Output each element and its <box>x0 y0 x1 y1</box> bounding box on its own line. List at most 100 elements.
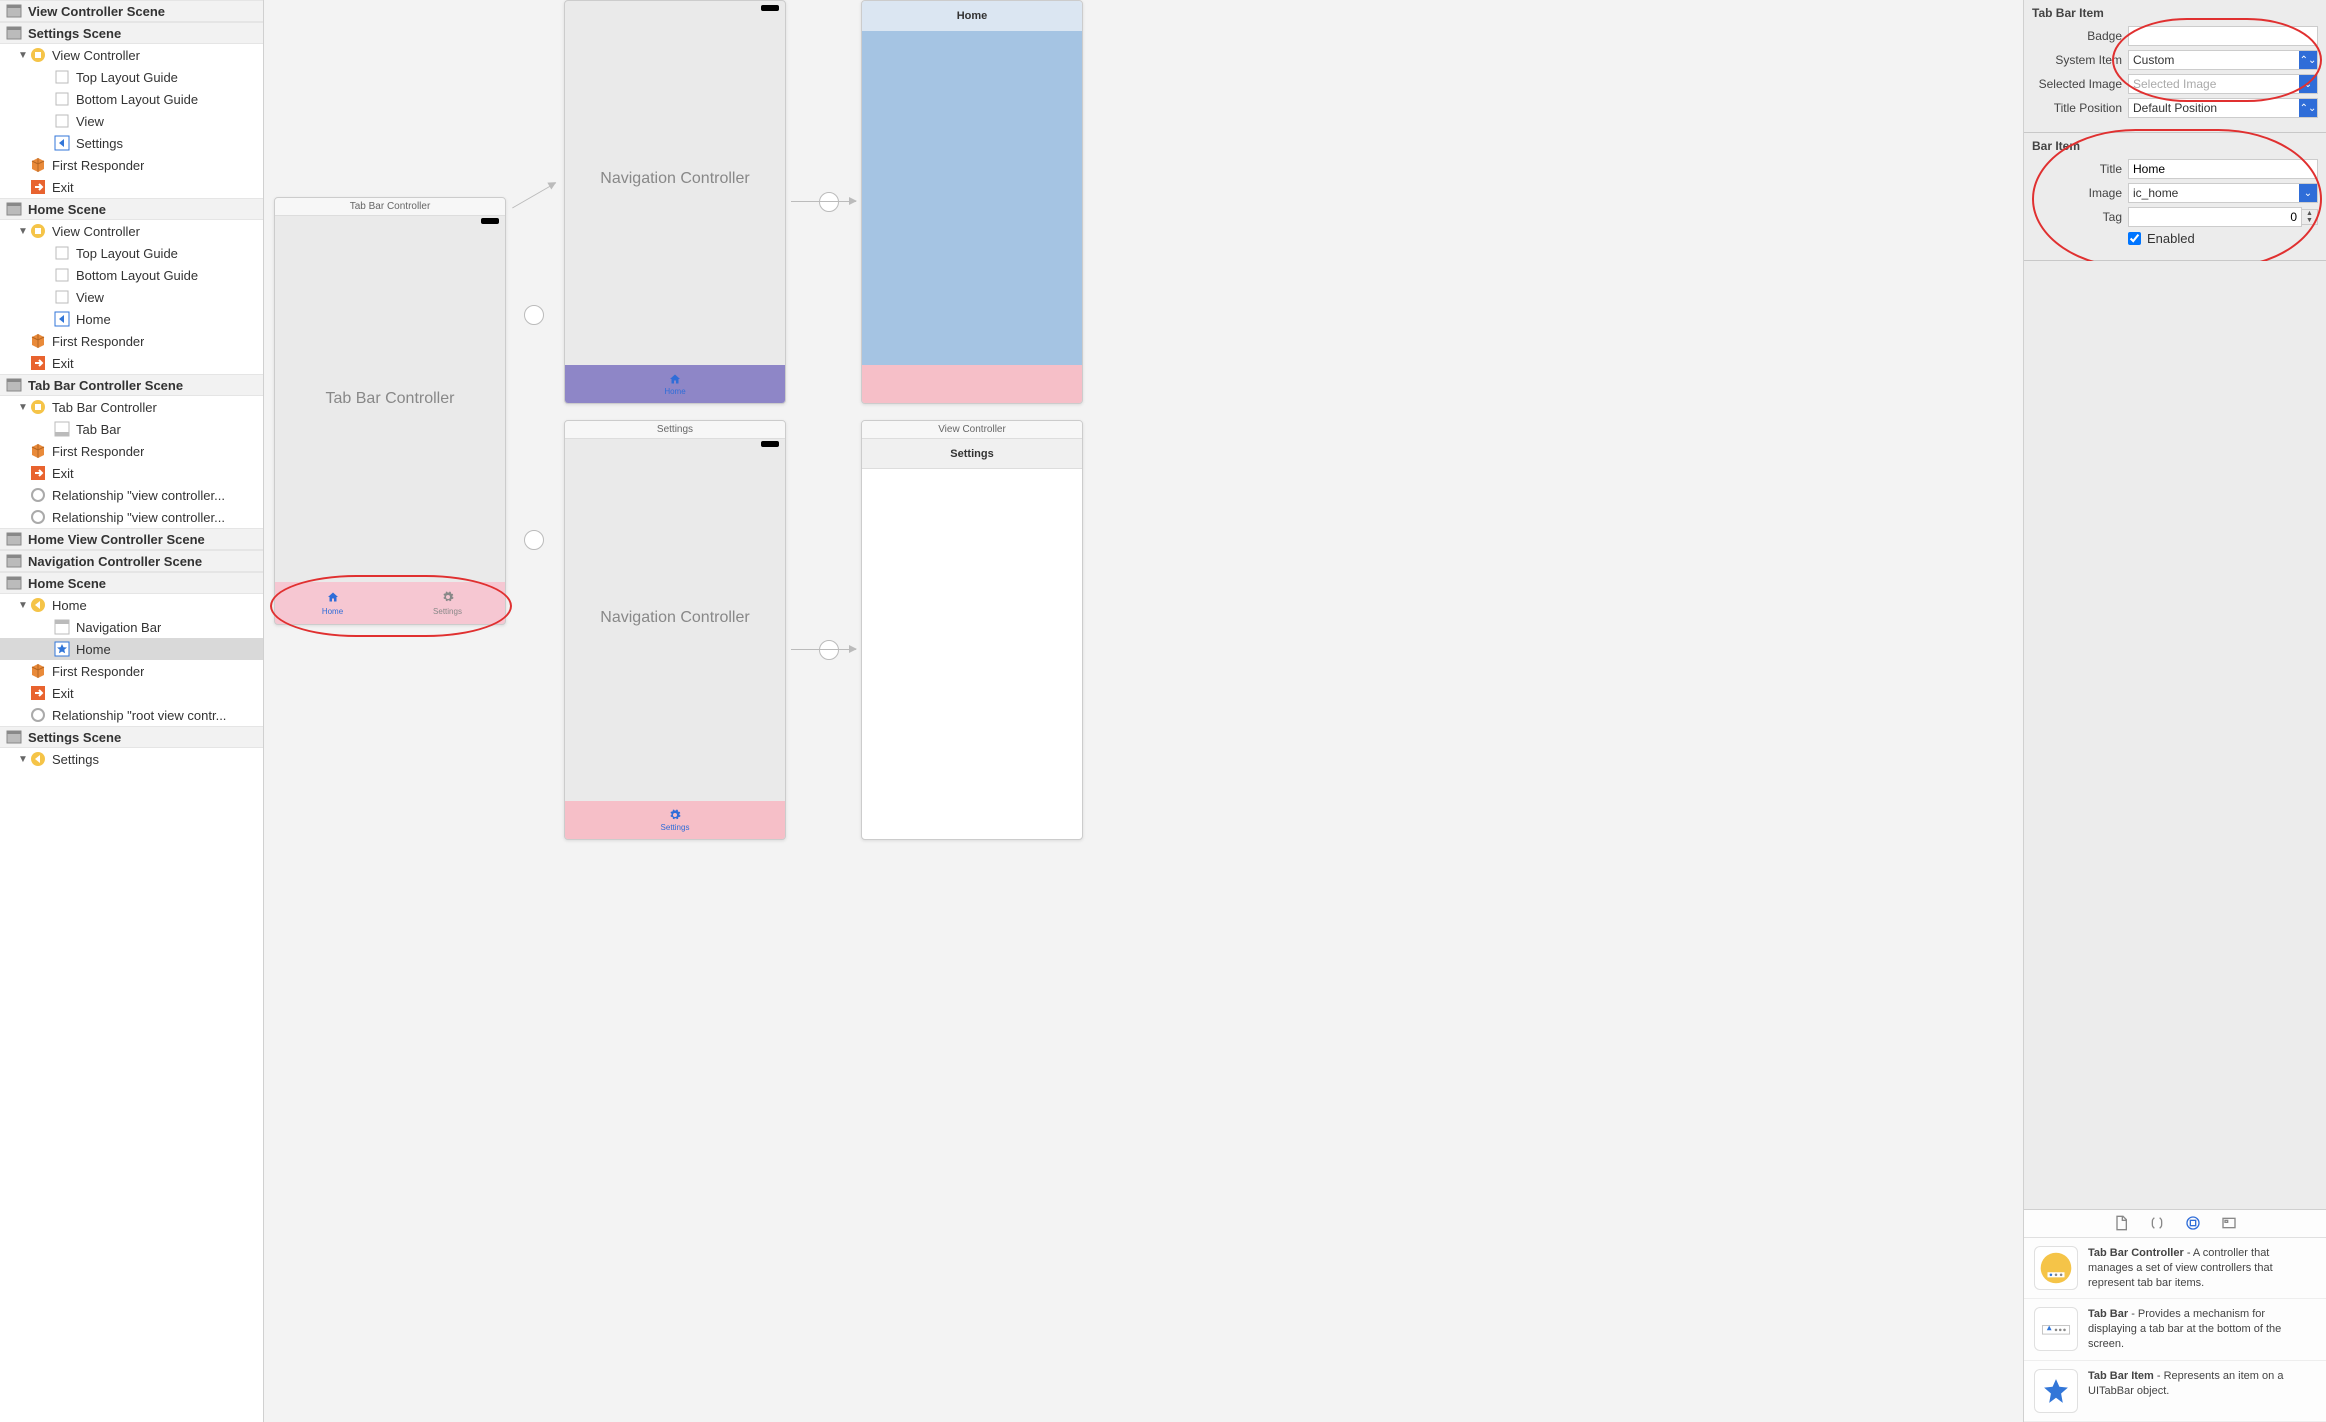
outline-item[interactable]: First Responder <box>0 330 263 352</box>
code-snippet-tab-icon[interactable] <box>2147 1213 2167 1233</box>
disclosure-triangle-icon[interactable]: ▼ <box>18 226 28 237</box>
system-item-select[interactable]: Custom ⌃⌄ <box>2128 50 2318 70</box>
item-icon <box>30 707 46 723</box>
outline-item[interactable]: Relationship "root view contr... <box>0 704 263 726</box>
outline-scene-header[interactable]: Settings Scene <box>0 726 263 748</box>
outline-scene-header[interactable]: Tab Bar Controller Scene <box>0 374 263 396</box>
scene-icon <box>6 377 22 393</box>
home-view-controller-scene[interactable]: Home <box>861 0 1083 404</box>
outline-item[interactable]: View <box>0 110 263 132</box>
tag-stepper[interactable]: ▲▼ <box>2302 209 2318 225</box>
label-selected-image: Selected Image <box>2032 77 2128 91</box>
outline-scene-header[interactable]: Home Scene <box>0 572 263 594</box>
title-position-select[interactable]: Default Position ⌃⌄ <box>2128 98 2318 118</box>
disclosure-triangle-icon[interactable]: ▼ <box>18 600 28 611</box>
item-label: First Responder <box>52 334 144 349</box>
tab-bar-controller-scene[interactable]: Tab Bar Controller Tab Bar Controller Ho… <box>274 197 506 625</box>
outline-item[interactable]: ▼Settings <box>0 748 263 770</box>
item-label: Home <box>76 642 111 657</box>
disclosure-triangle-icon[interactable]: ▼ <box>18 402 28 413</box>
item-icon <box>54 245 70 261</box>
label-title: Title <box>2032 162 2128 176</box>
image-select[interactable]: ic_home ⌄ <box>2128 183 2318 203</box>
file-template-tab-icon[interactable] <box>2111 1213 2131 1233</box>
item-icon <box>54 289 70 305</box>
navigation-controller-settings-scene[interactable]: Settings Navigation Controller Settings <box>564 420 786 840</box>
scene-label: Navigation Controller Scene <box>28 554 202 569</box>
outline-scene-header[interactable]: Home View Controller Scene <box>0 528 263 550</box>
item-icon <box>30 597 46 613</box>
item-icon <box>30 47 46 63</box>
enabled-checkbox[interactable] <box>2128 232 2141 245</box>
outline-item[interactable]: Home <box>0 308 263 330</box>
outline-item[interactable]: Tab Bar <box>0 418 263 440</box>
library-item[interactable]: Tab Bar - Provides a mechanism for displ… <box>2024 1299 2326 1361</box>
outline-item[interactable]: Exit <box>0 176 263 198</box>
outline-item[interactable]: Bottom Layout Guide <box>0 264 263 286</box>
outline-item[interactable]: Exit <box>0 352 263 374</box>
disclosure-triangle-icon[interactable]: ▼ <box>18 50 28 61</box>
outline-item[interactable]: View <box>0 286 263 308</box>
outline-scene-header[interactable]: View Controller Scene <box>0 0 263 22</box>
outline-item[interactable]: Home <box>0 638 263 660</box>
tab-label: Home <box>664 387 685 396</box>
library-item-icon <box>2034 1369 2078 1413</box>
item-label: First Responder <box>52 158 144 173</box>
item-label: First Responder <box>52 664 144 679</box>
outline-item[interactable]: Relationship "view controller... <box>0 506 263 528</box>
outline-item[interactable]: Top Layout Guide <box>0 66 263 88</box>
storyboard-canvas[interactable]: Tab Bar Controller Tab Bar Controller Ho… <box>264 0 2023 1422</box>
status-bar-indicator <box>761 5 779 11</box>
item-label: Bottom Layout Guide <box>76 268 198 283</box>
tab-bar-item-home[interactable]: Home <box>275 582 390 624</box>
outline-item[interactable]: Relationship "view controller... <box>0 484 263 506</box>
segue-indicator[interactable] <box>524 305 544 325</box>
navigation-controller-home-scene[interactable]: Navigation Controller Home <box>564 0 786 404</box>
disclosure-triangle-icon[interactable]: ▼ <box>18 754 28 765</box>
scene-label: View Controller Scene <box>28 4 165 19</box>
tab-bar-item-settings[interactable]: Settings <box>390 582 505 624</box>
outline-item[interactable]: First Responder <box>0 660 263 682</box>
outline-item[interactable]: Bottom Layout Guide <box>0 88 263 110</box>
outline-item[interactable]: Navigation Bar <box>0 616 263 638</box>
settings-view-controller-scene[interactable]: View Controller Settings <box>861 420 1083 840</box>
outline-scene-header[interactable]: Home Scene <box>0 198 263 220</box>
segue-indicator[interactable] <box>524 530 544 550</box>
item-icon <box>30 443 46 459</box>
title-input[interactable] <box>2128 159 2318 179</box>
outline-item[interactable]: Exit <box>0 462 263 484</box>
outline-item[interactable]: ▼Home <box>0 594 263 616</box>
outline-item[interactable]: Exit <box>0 682 263 704</box>
library-item-text: Tab Bar Controller - A controller that m… <box>2088 1246 2316 1291</box>
outline-scene-header[interactable]: Settings Scene <box>0 22 263 44</box>
scene-icon <box>6 729 22 745</box>
outline-item[interactable]: First Responder <box>0 154 263 176</box>
outline-item[interactable]: ▼View Controller <box>0 220 263 242</box>
label-title-position: Title Position <box>2032 101 2128 115</box>
library-item[interactable]: Tab Bar Item - Represents an item on a U… <box>2024 1361 2326 1422</box>
tab-bar[interactable]: Home Settings <box>275 582 505 624</box>
outline-scene-header[interactable]: Navigation Controller Scene <box>0 550 263 572</box>
outline-item[interactable]: ▼View Controller <box>0 44 263 66</box>
item-label: Exit <box>52 356 74 371</box>
chevron-updown-icon: ⌃⌄ <box>2299 99 2317 117</box>
outline-item[interactable]: Settings <box>0 132 263 154</box>
media-library-tab-icon[interactable] <box>2219 1213 2239 1233</box>
segue-indicator[interactable] <box>819 640 839 660</box>
outline-item[interactable]: ▼Tab Bar Controller <box>0 396 263 418</box>
object-library-tab-icon[interactable] <box>2183 1213 2203 1233</box>
item-icon <box>54 113 70 129</box>
controller-label: Navigation Controller <box>565 609 785 627</box>
tag-input[interactable] <box>2128 207 2302 227</box>
outline-item[interactable]: Top Layout Guide <box>0 242 263 264</box>
chevron-down-icon: ⌄ <box>2299 75 2317 93</box>
outline-item[interactable]: First Responder <box>0 440 263 462</box>
scene-title: View Controller <box>862 421 1082 439</box>
segue-indicator[interactable] <box>819 192 839 212</box>
library-item[interactable]: Tab Bar Controller - A controller that m… <box>2024 1238 2326 1300</box>
badge-input[interactable] <box>2128 26 2318 46</box>
item-icon <box>30 465 46 481</box>
selected-image-select[interactable]: Selected Image ⌄ <box>2128 74 2318 94</box>
document-outline[interactable]: View Controller SceneSettings Scene▼View… <box>0 0 264 1422</box>
item-label: View <box>76 290 104 305</box>
